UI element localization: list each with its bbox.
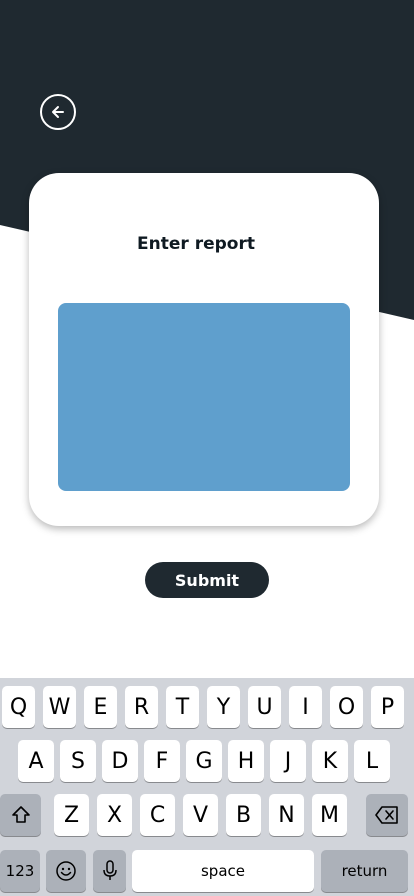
key-h[interactable]: H <box>228 740 264 782</box>
key-b[interactable]: B <box>226 794 261 836</box>
key-a[interactable]: A <box>18 740 54 782</box>
key-i[interactable]: I <box>289 686 322 728</box>
submit-button[interactable]: Submit <box>145 562 269 598</box>
report-input[interactable] <box>58 303 350 491</box>
keyboard: Q W E R T Y U I O P A S D F G H J K L Z … <box>0 678 414 896</box>
emoji-icon <box>56 861 76 881</box>
key-c[interactable]: C <box>140 794 175 836</box>
delete-key[interactable] <box>366 794 408 836</box>
microphone-icon <box>102 860 117 880</box>
key-d[interactable]: D <box>102 740 138 782</box>
report-screen: Enter report Submit Q W E R T Y U I O P … <box>0 0 414 896</box>
numbers-key[interactable]: 123 <box>0 850 40 892</box>
shift-icon <box>11 806 30 823</box>
arrow-left-circle-icon <box>52 106 64 118</box>
key-o[interactable]: O <box>330 686 363 728</box>
key-f[interactable]: F <box>144 740 180 782</box>
return-key[interactable]: return <box>321 850 408 892</box>
key-q[interactable]: Q <box>2 686 35 728</box>
key-n[interactable]: N <box>269 794 304 836</box>
key-k[interactable]: K <box>312 740 348 782</box>
back-button[interactable] <box>40 94 76 130</box>
key-l[interactable]: L <box>354 740 390 782</box>
key-g[interactable]: G <box>186 740 222 782</box>
key-x[interactable]: X <box>97 794 132 836</box>
key-y[interactable]: Y <box>207 686 240 728</box>
key-w[interactable]: W <box>43 686 76 728</box>
space-key[interactable]: space <box>132 850 314 892</box>
key-v[interactable]: V <box>183 794 218 836</box>
key-r[interactable]: R <box>125 686 158 728</box>
key-z[interactable]: Z <box>54 794 89 836</box>
shift-key[interactable] <box>0 794 41 836</box>
key-t[interactable]: T <box>166 686 199 728</box>
key-p[interactable]: P <box>371 686 404 728</box>
card-title: Enter report <box>137 234 255 254</box>
emoji-key[interactable] <box>46 850 86 892</box>
microphone-key[interactable] <box>93 850 126 892</box>
key-m[interactable]: M <box>312 794 347 836</box>
key-s[interactable]: S <box>60 740 96 782</box>
key-j[interactable]: J <box>270 740 306 782</box>
report-card: Enter report <box>29 173 379 526</box>
delete-icon <box>375 806 398 824</box>
key-e[interactable]: E <box>84 686 117 728</box>
key-u[interactable]: U <box>248 686 281 728</box>
